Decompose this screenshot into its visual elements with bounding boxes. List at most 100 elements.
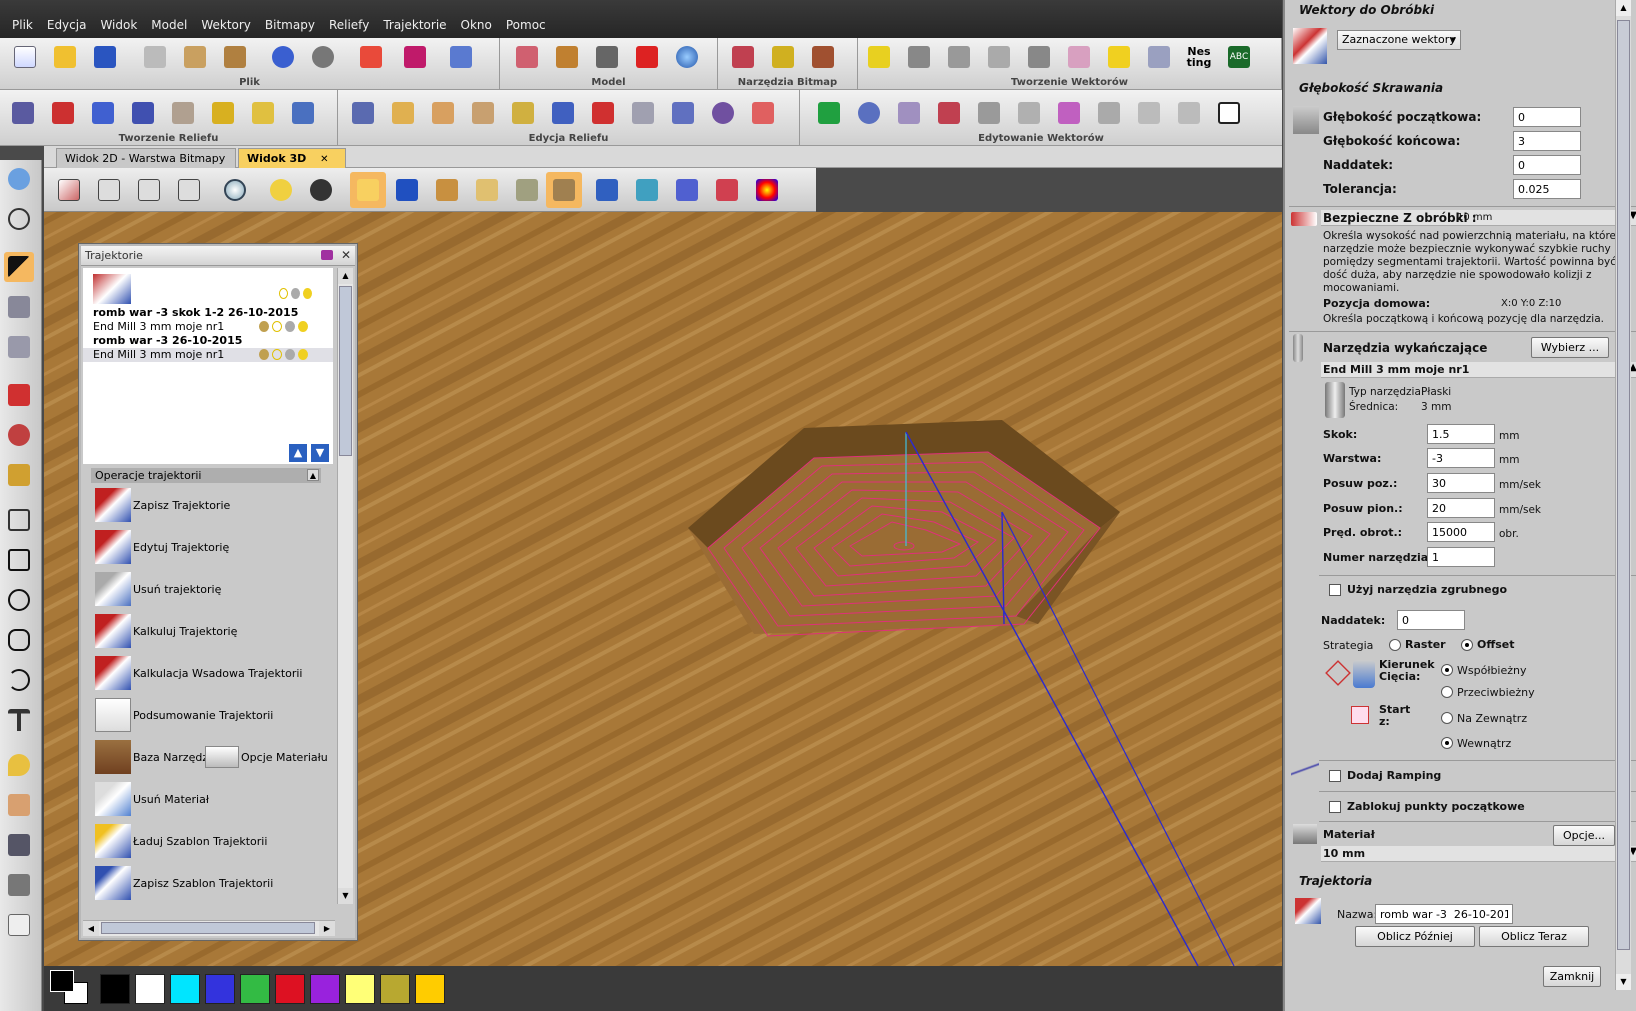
- vec-btn-10[interactable]: ABC: [1224, 42, 1254, 72]
- swatch-red[interactable]: [275, 974, 305, 1004]
- vertical-scrollbar[interactable]: ▲ ▼: [337, 268, 353, 904]
- toolpath-item-2-name[interactable]: romb war -3 26-10-2015: [83, 334, 333, 348]
- toggle-plane-button[interactable]: [350, 172, 386, 208]
- relief-edit-btn-2[interactable]: [388, 98, 418, 128]
- vec-edit-btn-5[interactable]: [974, 98, 1004, 128]
- pan-globe-button[interactable]: [4, 204, 34, 234]
- vec-btn-7[interactable]: [1104, 42, 1134, 72]
- view-top-button[interactable]: [174, 175, 204, 205]
- relief-btn-8[interactable]: [288, 98, 318, 128]
- scroll-thumb[interactable]: [339, 286, 352, 456]
- scroll-left-icon[interactable]: ◀: [83, 921, 99, 936]
- relief-btn-5[interactable]: [168, 98, 198, 128]
- allowance2-input[interactable]: [1397, 610, 1465, 630]
- model-btn-3[interactable]: [592, 42, 622, 72]
- relief-edit-btn-4[interactable]: [468, 98, 498, 128]
- swatch-cyan[interactable]: [170, 974, 200, 1004]
- zoom-window-button[interactable]: [4, 164, 34, 194]
- spindle-speed-input[interactable]: [1427, 522, 1495, 542]
- material-options-button[interactable]: Opcje...: [1553, 825, 1615, 846]
- close-icon[interactable]: ✕: [341, 248, 351, 262]
- view-front-button[interactable]: [94, 175, 124, 205]
- tool-header[interactable]: End Mill 3 mm moje nr1 ▲: [1321, 362, 1636, 378]
- op-save-template[interactable]: Zapisz Szablon Trajektorii: [95, 862, 273, 904]
- op-remove-material[interactable]: Usuń Materiał: [95, 778, 209, 820]
- knife-button[interactable]: [4, 870, 34, 900]
- relief-btn-4[interactable]: [128, 98, 158, 128]
- relief-btn-1[interactable]: [8, 98, 38, 128]
- open-file-button[interactable]: [50, 42, 80, 72]
- pencil-button[interactable]: [4, 380, 34, 410]
- step-input[interactable]: [1427, 424, 1495, 444]
- paste-button[interactable]: [220, 42, 250, 72]
- start-outside-radio[interactable]: [1441, 712, 1453, 724]
- tab-3d[interactable]: Widok 3D ✕: [238, 148, 346, 168]
- brush-button[interactable]: [592, 175, 622, 205]
- relief-grey-button[interactable]: [512, 175, 542, 205]
- pin-icon[interactable]: [321, 250, 333, 260]
- model-btn-5[interactable]: [672, 42, 702, 72]
- layers-view-button[interactable]: [632, 175, 662, 205]
- notes-button[interactable]: [356, 42, 386, 72]
- toolpath-name-input[interactable]: [1375, 904, 1513, 924]
- scroll-up-icon[interactable]: ▲: [338, 268, 353, 284]
- polygon-button[interactable]: [4, 625, 34, 655]
- collapse-icon[interactable]: ▲: [307, 469, 319, 481]
- menu-widok[interactable]: Widok: [100, 18, 137, 32]
- swatch-purple[interactable]: [310, 974, 340, 1004]
- relief-edit-btn-11[interactable]: [748, 98, 778, 128]
- vec-btn-2[interactable]: [904, 42, 934, 72]
- choose-tool-button[interactable]: Wybierz ...: [1531, 337, 1609, 358]
- vec-edit-btn-8[interactable]: [1094, 98, 1124, 128]
- bitmap-btn-2[interactable]: [768, 42, 798, 72]
- end-depth-input[interactable]: [1513, 131, 1581, 151]
- vec-edit-btn-3[interactable]: [894, 98, 924, 128]
- text-button[interactable]: [4, 705, 34, 735]
- strategy-offset-radio[interactable]: [1461, 639, 1473, 651]
- vec-edit-btn-7[interactable]: [1054, 98, 1084, 128]
- model-btn-1[interactable]: [512, 42, 542, 72]
- tool-number-input[interactable]: [1427, 547, 1495, 567]
- relief-edit-btn-3[interactable]: [428, 98, 458, 128]
- op-tool-database[interactable]: Baza Narzędzi: [95, 736, 211, 778]
- menu-bitmapy[interactable]: Bitmapy: [265, 18, 315, 32]
- new-file-button[interactable]: [10, 42, 40, 72]
- view-side-button[interactable]: [134, 175, 164, 205]
- swatch-white[interactable]: [135, 974, 165, 1004]
- relief-edit-btn-1[interactable]: [348, 98, 378, 128]
- swatch-olive[interactable]: [380, 974, 410, 1004]
- transform-tool-button[interactable]: [4, 332, 34, 362]
- horizontal-scrollbar[interactable]: ◀ ▶: [83, 920, 335, 936]
- ops-header[interactable]: Operacje trajektorii ▲: [91, 468, 321, 483]
- menu-trajektorie[interactable]: Trajektorie: [383, 18, 446, 32]
- smudge-button[interactable]: [4, 790, 34, 820]
- fg-color[interactable]: [50, 970, 74, 992]
- h-scroll-thumb[interactable]: [101, 922, 315, 934]
- layer-input[interactable]: [1427, 448, 1495, 468]
- toolpath-preview-button[interactable]: [546, 172, 582, 208]
- red-plane-button[interactable]: [712, 175, 742, 205]
- swatch-gold[interactable]: [415, 974, 445, 1004]
- vec-edit-btn-6[interactable]: [1014, 98, 1044, 128]
- bitmap-btn-1[interactable]: [728, 42, 758, 72]
- cut-button[interactable]: [140, 42, 170, 72]
- eraser-button[interactable]: [4, 910, 34, 940]
- zoom-button[interactable]: [220, 175, 250, 205]
- nesting-button[interactable]: Nes ting: [1184, 42, 1214, 72]
- menu-edycja[interactable]: Edycja: [47, 18, 87, 32]
- relief-edit-btn-5[interactable]: [508, 98, 538, 128]
- menu-okno[interactable]: Okno: [461, 18, 492, 32]
- vec-btn-1[interactable]: [864, 42, 894, 72]
- strategy-raster-radio[interactable]: [1389, 639, 1401, 651]
- menu-plik[interactable]: Plik: [12, 18, 33, 32]
- toolpath-item-1-name[interactable]: romb war -3 skok 1-2 26-10-2015: [83, 306, 333, 320]
- relief-btn-3[interactable]: [88, 98, 118, 128]
- copy-button[interactable]: [180, 42, 210, 72]
- material-header[interactable]: 10 mm ▼: [1321, 846, 1636, 862]
- scroll-down-icon[interactable]: ▼: [338, 888, 353, 904]
- op-load-template[interactable]: Ładuj Szablon Trajektorii: [95, 820, 267, 862]
- relief-btn-6[interactable]: [208, 98, 238, 128]
- node-edit-button[interactable]: [4, 292, 34, 322]
- fill-tool-button[interactable]: [4, 460, 34, 490]
- sculpt-button[interactable]: [4, 830, 34, 860]
